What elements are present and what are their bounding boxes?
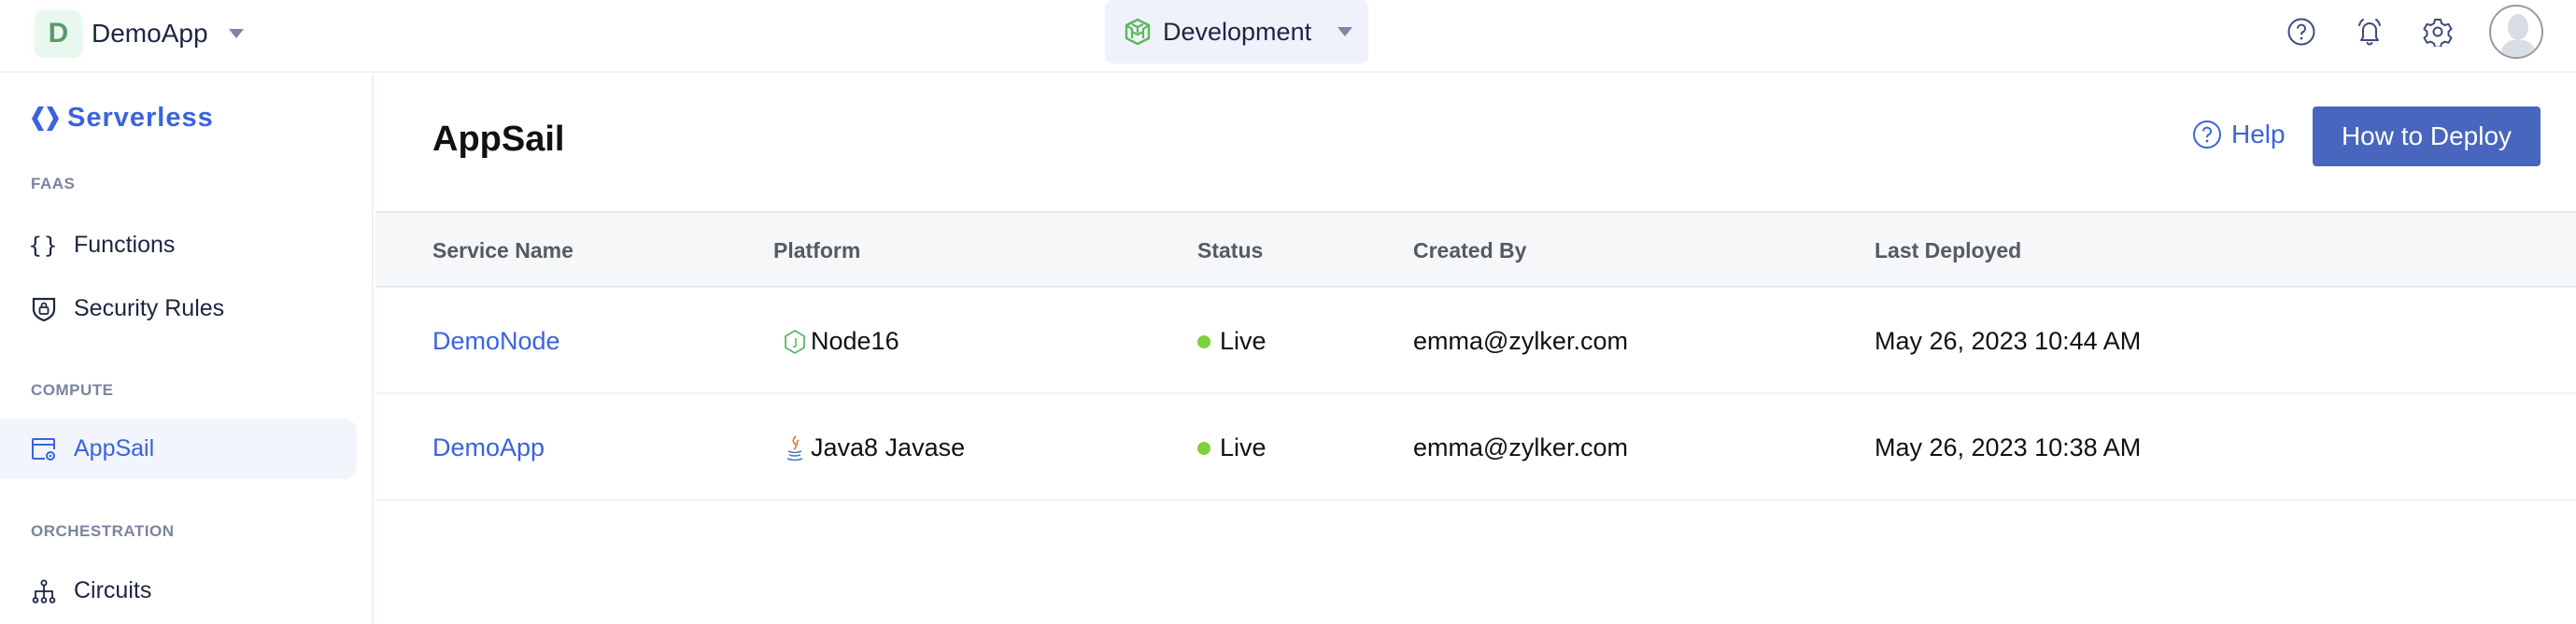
table-row[interactable]: DemoApp Java8 Javase Live emma@zylker.co… [375, 394, 2576, 501]
top-icons [2285, 0, 2576, 64]
column-header-last-deployed[interactable]: Last Deployed [1875, 238, 2021, 263]
status-label: Live [1220, 327, 1267, 355]
section-label-orchestration: ORCHESTRATION [31, 522, 175, 540]
last-deployed-cell: May 26, 2023 10:44 AM [1875, 327, 2142, 355]
status-cell: Live [1197, 433, 1267, 462]
platform-cell: Java8 Javase [783, 433, 965, 462]
table-row[interactable]: DemoNode Node16 Live emma@zylker.com May… [375, 288, 2576, 394]
app-name: DemoApp [92, 19, 208, 48]
section-label-faas: FAAS [31, 175, 76, 192]
table-header: Service Name Platform Status Created By … [375, 211, 2576, 288]
serverless-logo-icon [32, 106, 59, 131]
created-by-cell: emma@zylker.com [1413, 433, 1628, 461]
how-to-deploy-button[interactable]: How to Deploy [2313, 106, 2541, 166]
avatar[interactable] [2489, 5, 2543, 59]
created-by-cell: emma@zylker.com [1413, 327, 1628, 355]
braces-icon: {} [28, 232, 60, 259]
brand-label: Serverless [67, 103, 214, 133]
sidebar: Serverless FAAS {} Functions Security Ru… [0, 75, 374, 624]
platform-label: Node16 [811, 327, 899, 355]
status-label: Live [1220, 433, 1267, 461]
sidebar-item-label: Circuits [74, 577, 152, 603]
help-link[interactable]: Help [2192, 120, 2286, 149]
window-gear-icon [31, 436, 57, 462]
app-logo: D [35, 9, 82, 58]
cube-icon [1125, 18, 1151, 46]
status-live-dot [1197, 334, 1210, 348]
sidebar-item-label: Security Rules [74, 295, 225, 321]
service-name-link[interactable]: DemoApp [432, 433, 545, 462]
environment-label: Development [1163, 17, 1312, 46]
help-circle-icon [2193, 121, 2221, 149]
column-header-status[interactable]: Status [1197, 238, 1263, 263]
sidebar-item-circuits[interactable]: Circuits [0, 560, 357, 621]
platform-cell: Node16 [783, 327, 899, 356]
shield-lock-icon [31, 296, 57, 322]
sidebar-item-label: AppSail [74, 435, 155, 461]
section-label-compute: COMPUTE [31, 381, 114, 399]
service-name-link[interactable]: DemoNode [432, 327, 560, 356]
sidebar-item-appsail[interactable]: AppSail [0, 418, 357, 479]
sidebar-item-security-rules[interactable]: Security Rules [0, 278, 357, 339]
column-header-platform[interactable]: Platform [773, 238, 860, 263]
caret-down-icon [1338, 27, 1353, 36]
column-header-created-by[interactable]: Created By [1413, 238, 1526, 263]
platform-label: Java8 Javase [811, 433, 966, 461]
last-deployed-cell: May 26, 2023 10:38 AM [1875, 433, 2142, 461]
nodejs-icon [785, 329, 805, 354]
environment-selector[interactable]: Development [1105, 0, 1368, 64]
status-live-dot [1197, 441, 1210, 455]
sidebar-item-label: Functions [74, 232, 176, 258]
caret-down-icon [228, 29, 244, 38]
java-icon [786, 434, 803, 461]
column-header-service-name[interactable]: Service Name [432, 238, 573, 263]
help-icon[interactable] [2285, 15, 2318, 49]
app-switcher[interactable]: D DemoApp [35, 9, 244, 58]
help-label: Help [2231, 120, 2286, 149]
hierarchy-icon [31, 578, 57, 604]
bell-icon[interactable] [2353, 15, 2386, 49]
top-bar: D DemoApp Development [0, 0, 2576, 73]
page-title: AppSail [432, 120, 565, 159]
gear-icon[interactable] [2421, 15, 2455, 49]
status-cell: Live [1197, 327, 1267, 356]
brand: Serverless [31, 103, 214, 134]
sidebar-item-functions[interactable]: {} Functions [0, 215, 357, 276]
